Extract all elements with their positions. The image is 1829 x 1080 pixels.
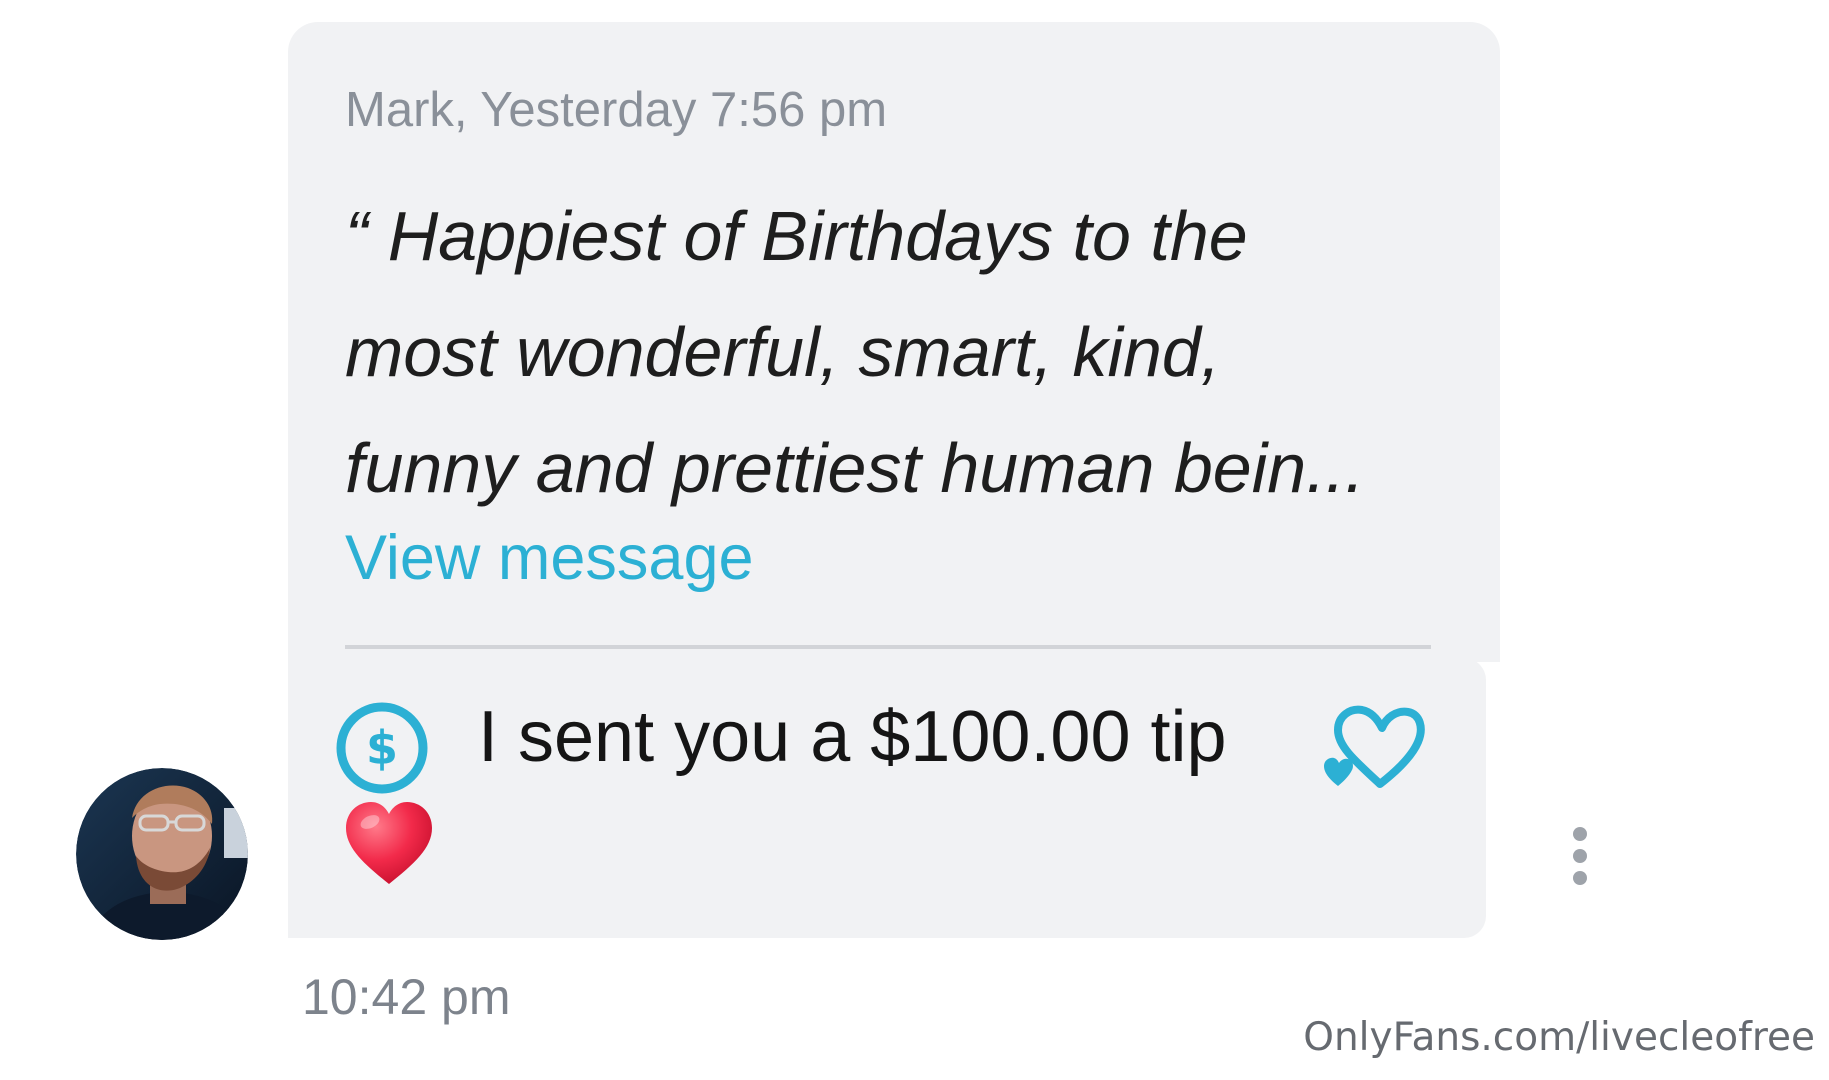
svg-text:$: $ [366,721,398,775]
avatar[interactable] [76,768,248,940]
quoted-message-line: “ Happiest of Birthdays to the [345,197,1248,275]
dollar-circle-icon: $ [336,702,428,794]
more-options-icon[interactable] [1568,826,1592,886]
quoted-message-text: “ Happiest of Birthdays to the most wond… [345,178,1465,526]
tip-message-text: I sent you a $100.00 tip [478,697,1227,777]
quoted-message-line: funny and prettiest human bein... [345,429,1365,507]
watermark: OnlyFans.com/livecleofree [1303,1015,1815,1060]
divider [345,645,1431,649]
quoted-message-line: most wonderful, smart, kind, [345,313,1221,391]
quoted-message-meta: Mark, Yesterday 7:56 pm [345,83,888,137]
like-heart-icon[interactable] [1324,702,1426,790]
view-message-link[interactable]: View message [345,522,754,594]
message-timestamp: 10:42 pm [302,969,511,1025]
red-heart-emoji [346,802,432,884]
